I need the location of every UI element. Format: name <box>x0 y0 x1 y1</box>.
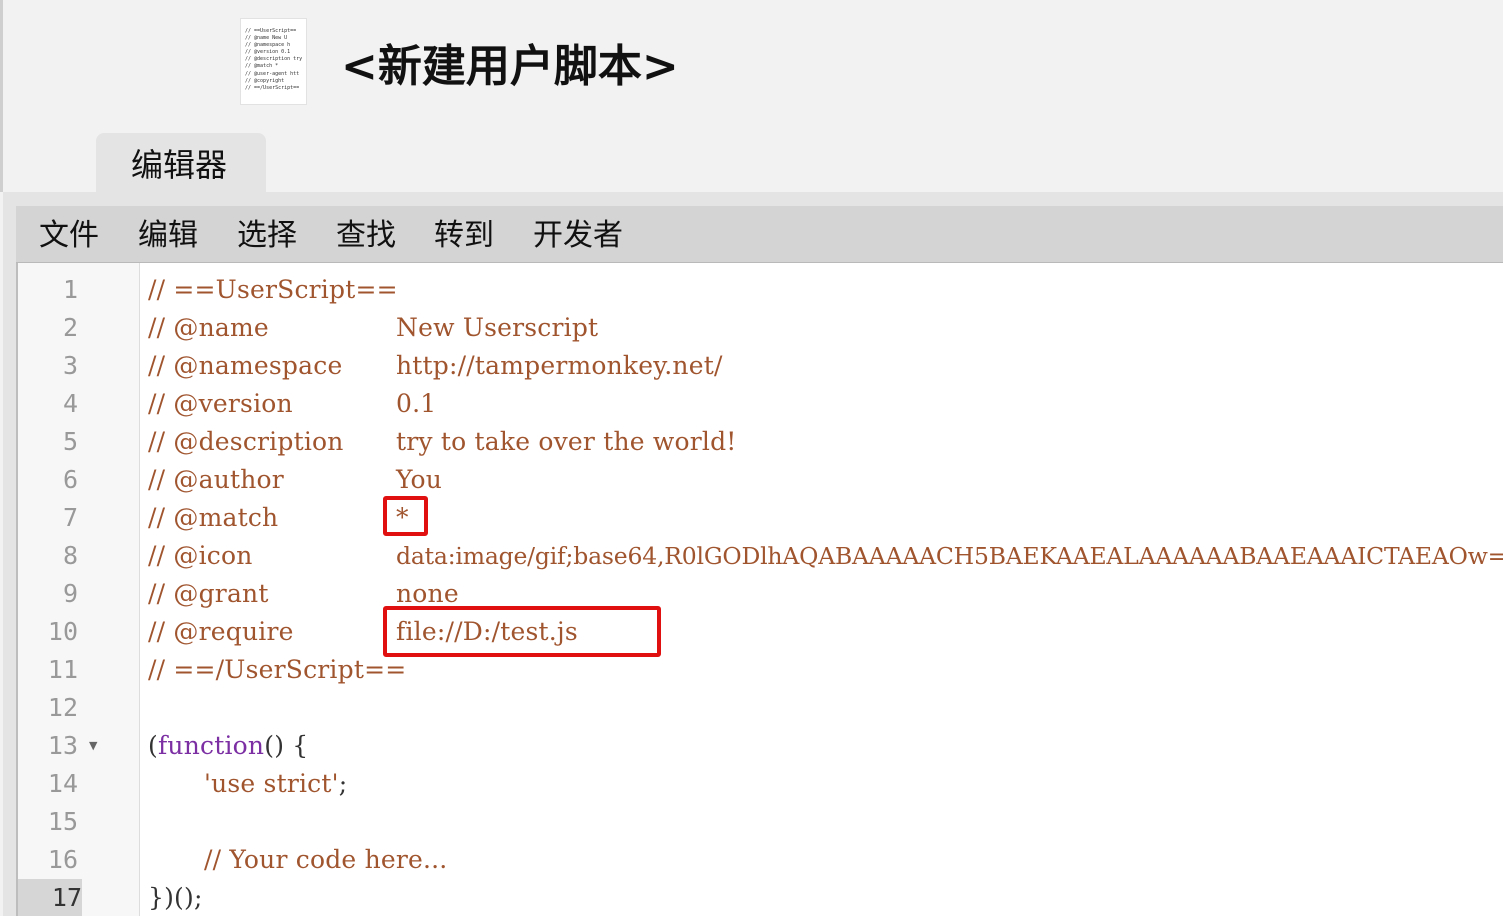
line-number: 14 <box>47 769 78 798</box>
code-line: // @author You <box>148 461 442 499</box>
code-key: // @icon <box>148 541 253 570</box>
code-line: // @icon data:image/gif;base64,R0lGODlhAQ… <box>148 537 1503 575</box>
thumbnail-line: // @version 0.1 <box>245 49 291 56</box>
menu-file[interactable]: 文件 <box>39 216 99 256</box>
menu-developer[interactable]: 开发者 <box>533 216 623 256</box>
code-line: // @require file://D:/test.js <box>148 613 578 651</box>
code-value: 0.1 <box>396 389 437 418</box>
code-key: // @version <box>148 389 293 418</box>
line-number: 5 <box>62 427 78 456</box>
code-value: * <box>396 503 409 532</box>
thumbnail-line: // ==UserScript== <box>245 28 297 34</box>
menu-edit[interactable]: 编辑 <box>138 216 198 256</box>
code-value: file://D:/test.js <box>396 617 578 646</box>
thumbnail-line: // @namespace h <box>245 42 291 49</box>
line-number: 11 <box>47 655 78 684</box>
code-value: New Userscript <box>396 313 599 342</box>
code-key: // ==UserScript== <box>148 275 398 304</box>
code-line: 'use strict'; <box>204 765 347 803</box>
code-key: // @namespace <box>148 351 343 380</box>
code-keyword: function <box>157 731 265 760</box>
code-line: // Your code here... <box>204 841 447 879</box>
page-header: // ==UserScript== // @name New U // @nam… <box>0 0 1503 192</box>
code-closing: })(); <box>148 883 203 912</box>
line-number: 12 <box>47 693 78 722</box>
tab-editor[interactable]: 编辑器 <box>96 133 266 192</box>
code-paren: ( <box>148 731 158 760</box>
line-number-active: 17 <box>18 879 82 916</box>
code-line: // @grant none <box>148 575 459 613</box>
line-number: 3 <box>62 351 78 380</box>
thumbnail-line: // @name New U <box>245 35 288 42</box>
line-number-gutter: 1 2 3 4 5 6 7 8 9 10 11 12 13 ▼ 14 15 16… <box>18 263 140 916</box>
code-punct: () { <box>264 731 309 760</box>
code-line: // @namespace http://tampermonkey.net/ <box>148 347 723 385</box>
line-number: 15 <box>47 807 78 836</box>
code-key: // @author <box>148 465 284 494</box>
code-line: // ==UserScript== <box>148 271 398 309</box>
fold-arrow-icon[interactable]: ▼ <box>89 727 97 765</box>
code-value: You <box>396 465 443 494</box>
thumbnail-line: // @user-agent htt <box>245 70 300 77</box>
code-key: // @require <box>148 617 294 646</box>
thumbnail-line: // ==/UserScript== <box>245 84 300 91</box>
code-value: none <box>396 579 459 608</box>
code-key: // @name <box>148 313 269 342</box>
code-line: })(); <box>148 879 203 916</box>
thumbnail-line: // @copyright <box>245 77 285 84</box>
code-string: 'use strict' <box>204 769 339 798</box>
line-number: 13 <box>47 731 78 760</box>
line-number: 16 <box>47 845 78 874</box>
line-number: 9 <box>62 579 78 608</box>
line-number: 10 <box>47 617 78 646</box>
code-value: try to take over the world! <box>396 427 737 456</box>
menu-bar: 文件 编辑 选择 查找 转到 开发者 <box>16 206 1503 263</box>
line-number: 8 <box>62 541 78 570</box>
menu-goto[interactable]: 转到 <box>434 216 494 256</box>
code-line: // @name New Userscript <box>148 309 598 347</box>
code-key: // @description <box>148 427 344 456</box>
code-value: http://tampermonkey.net/ <box>396 351 723 380</box>
code-comment: // Your code here... <box>204 845 448 874</box>
code-line: // @description try to take over the worl… <box>148 423 737 461</box>
code-key: // ==/UserScript== <box>148 655 407 684</box>
line-number: 4 <box>62 389 78 418</box>
thumbnail-line: // @match * <box>245 63 279 70</box>
code-value: data:image/gif;base64,R0lGODlhAQABAAAAAC… <box>396 542 1503 570</box>
menu-select[interactable]: 选择 <box>237 216 297 256</box>
thumbnail-line: // @description try <box>245 56 303 63</box>
code-editor[interactable]: 1 2 3 4 5 6 7 8 9 10 11 12 13 ▼ 14 15 16… <box>16 263 1503 916</box>
script-thumbnail: // ==UserScript== // @name New U // @nam… <box>240 18 307 105</box>
tab-editor-label: 编辑器 <box>130 145 227 184</box>
line-number: 2 <box>62 313 78 342</box>
code-line: // ==/UserScript== <box>148 651 406 689</box>
line-number: 7 <box>62 503 78 532</box>
code-line: // @match * <box>148 499 409 537</box>
code-line: (function() { <box>148 727 308 765</box>
line-number: 6 <box>62 465 78 494</box>
code-key: // @grant <box>148 579 269 608</box>
code-line: // @version 0.1 <box>148 385 436 423</box>
code-key: // @match <box>148 503 279 532</box>
page-title: <新建用户脚本> <box>341 41 679 92</box>
menu-find[interactable]: 查找 <box>336 216 396 256</box>
line-number: 1 <box>62 275 78 304</box>
code-punct: ; <box>338 769 348 798</box>
